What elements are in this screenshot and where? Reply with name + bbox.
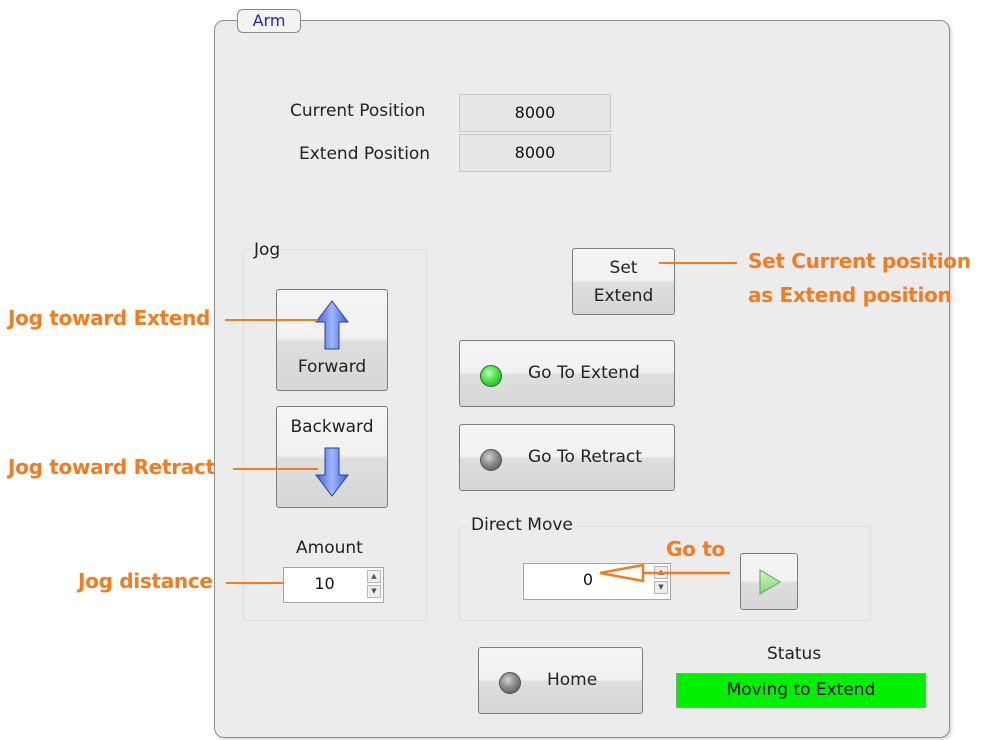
arrow-up-icon	[315, 300, 349, 350]
status-label: Status	[767, 644, 822, 664]
jog-group-label: Jog	[252, 240, 283, 260]
jog-forward-button[interactable]: Forward	[276, 289, 388, 391]
annotation-jog-distance: Jog distance	[78, 569, 213, 593]
set-extend-button[interactable]: Set Extend	[572, 248, 675, 315]
backward-label: Backward	[290, 417, 374, 437]
jog-amount-spinner[interactable]: ▲ ▼	[367, 570, 381, 600]
extend-position-value: 8000	[459, 134, 611, 172]
panel-title-tab: Arm	[237, 9, 301, 33]
led-indicator-icon	[480, 449, 502, 471]
annotation-line-jog-extend	[225, 319, 318, 321]
go-to-retract-button[interactable]: Go To Retract	[459, 424, 675, 491]
go-to-retract-label: Go To Retract	[528, 447, 642, 467]
annotation-set-current-line1: Set Current position	[748, 249, 971, 273]
forward-label: Forward	[297, 357, 367, 377]
annotation-line-jog-distance	[226, 582, 284, 584]
jog-amount-input[interactable]: 10 ▲ ▼	[283, 567, 384, 603]
spinner-up-icon[interactable]: ▲	[367, 570, 381, 583]
annotation-jog-retract: Jog toward Retract	[8, 455, 215, 479]
go-to-button[interactable]	[740, 553, 798, 610]
annotation-line-jog-retract	[233, 468, 318, 470]
amount-label: Amount	[296, 538, 363, 558]
current-position-value: 8000	[459, 94, 611, 132]
jog-amount-value: 10	[314, 574, 335, 593]
status-indicator: Moving to Extend	[676, 673, 926, 708]
led-indicator-icon	[499, 672, 521, 694]
arrow-down-icon	[315, 447, 349, 497]
home-button[interactable]: Home	[478, 647, 643, 714]
home-label: Home	[547, 670, 598, 690]
set-extend-label-line2: Extend	[593, 286, 654, 306]
annotation-set-current-line2: as Extend position	[748, 283, 952, 307]
direct-move-group-label: Direct Move	[468, 515, 576, 535]
current-position-label: Current Position	[290, 101, 426, 121]
extend-position-label: Extend Position	[299, 144, 431, 164]
play-icon	[759, 569, 782, 595]
go-to-extend-label: Go To Extend	[528, 363, 640, 383]
spinner-down-icon[interactable]: ▼	[367, 585, 381, 598]
annotation-arrow-go-to	[599, 564, 730, 583]
go-to-extend-button[interactable]: Go To Extend	[459, 340, 675, 407]
jog-backward-button[interactable]: Backward	[276, 406, 388, 508]
led-indicator-icon	[480, 365, 502, 387]
annotation-line-set-current	[659, 262, 737, 264]
set-extend-label-line1: Set	[609, 258, 638, 278]
annotation-go-to: Go to	[666, 537, 725, 561]
annotation-jog-extend: Jog toward Extend	[8, 306, 211, 330]
